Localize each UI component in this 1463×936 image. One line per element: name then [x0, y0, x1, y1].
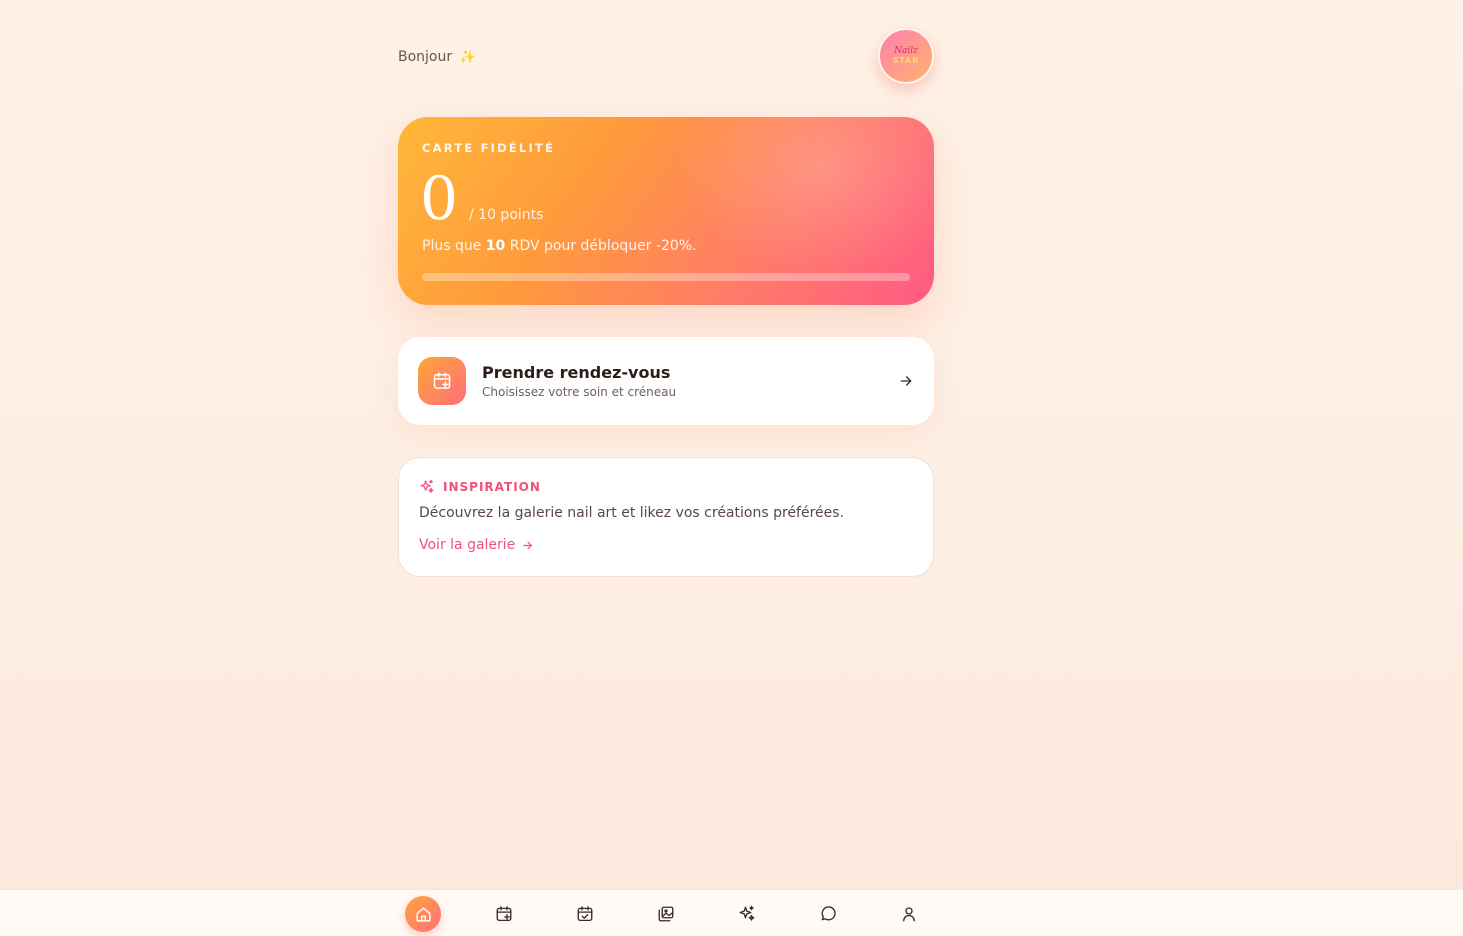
header: Bonjour ✨ Nailz STAR [398, 28, 934, 86]
inspiration-label: INSPIRATION [443, 480, 541, 494]
chat-icon [821, 906, 836, 921]
user-icon [903, 907, 915, 922]
loyalty-card: CARTE FIDÉLITÉ 0 / 10 points Plus que 10… [398, 117, 934, 305]
avatar-logo-line2: STAR [892, 56, 920, 65]
arrow-right-icon [900, 376, 912, 386]
calendar-plus-icon [418, 357, 466, 405]
sparkle-emoji-icon: ✨ [459, 50, 476, 65]
nav-home[interactable] [405, 896, 441, 932]
home-icon [415, 906, 431, 922]
images-icon [658, 906, 674, 922]
calendar-check-icon [577, 906, 593, 922]
avatar[interactable]: Nailz STAR [878, 28, 934, 84]
points-value: 0 [420, 164, 459, 234]
view-gallery-label: Voir la galerie [419, 537, 516, 553]
sparkles-icon [420, 479, 434, 493]
inspiration-text: Découvrez la galerie nail art et likez v… [419, 505, 844, 521]
loyalty-msg-count: 10 [485, 238, 506, 254]
loyalty-message: Plus que 10 RDV pour débloquer -20%. [422, 238, 697, 254]
loyalty-msg-prefix: Plus que [422, 238, 486, 254]
nav-book[interactable] [486, 896, 522, 932]
nav-gallery[interactable] [648, 896, 684, 932]
book-subtitle: Choisissez votre soin et créneau [482, 385, 677, 399]
loyalty-progress-bar [422, 273, 910, 281]
book-appointment-card[interactable]: Prendre rendez-vous Choisissez votre soi… [398, 337, 934, 425]
avatar-logo-line1: Nailz [894, 46, 918, 56]
arrow-right-icon [523, 541, 533, 549]
nav-profile[interactable] [891, 896, 927, 932]
inspiration-header: INSPIRATION [419, 478, 541, 496]
view-gallery-link[interactable]: Voir la galerie [419, 537, 534, 553]
greeting: Bonjour ✨ [398, 49, 476, 65]
points-total: / 10 points [469, 207, 544, 223]
inspiration-card: INSPIRATION Découvrez la galerie nail ar… [398, 457, 934, 577]
loyalty-msg-suffix: RDV pour débloquer -20%. [505, 238, 697, 254]
loyalty-label: CARTE FIDÉLITÉ [422, 141, 556, 155]
book-title: Prendre rendez-vous [482, 363, 671, 382]
sparkles-icon [739, 905, 755, 921]
bottom-nav [0, 889, 1463, 936]
nav-appointments[interactable] [567, 896, 603, 932]
nav-messages[interactable] [810, 896, 846, 932]
greeting-text: Bonjour [398, 49, 453, 65]
nav-inspiration[interactable] [729, 896, 765, 932]
calendar-plus-icon [496, 906, 512, 922]
bottom-nav-items [398, 890, 934, 936]
